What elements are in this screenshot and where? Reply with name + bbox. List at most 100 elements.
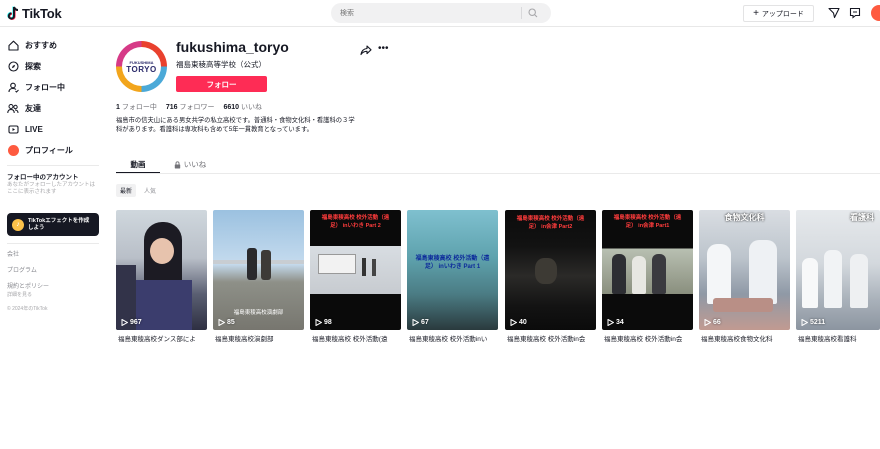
video-caption[interactable]: 福島東稜高校 校外活動in会 — [604, 333, 695, 343]
sidebar-item-label: フォロー中 — [25, 82, 65, 92]
upload-button[interactable]: + アップロード — [743, 5, 814, 22]
play-icon — [510, 319, 517, 326]
tab-liked[interactable]: いいね — [160, 157, 220, 172]
search-input[interactable] — [331, 3, 521, 23]
view-count: 34 — [607, 319, 624, 326]
footer-link-program[interactable]: プログラム — [7, 265, 37, 274]
top-bar: TikTok + アップロード — [0, 0, 880, 27]
view-count: 98 — [315, 319, 332, 326]
following-accounts-heading: フォロー中のアカウント — [7, 174, 79, 181]
more-options-icon[interactable]: ••• — [378, 44, 392, 56]
profile-stats: 1 フォロー中 716 フォロワー 6610 いいね — [116, 102, 262, 112]
lock-icon — [174, 160, 180, 168]
home-icon — [7, 39, 19, 51]
sidebar-item-following[interactable]: フォロー中 — [7, 79, 65, 95]
sidebar-item-label: 友達 — [25, 103, 41, 113]
sidebar-item-profile[interactable]: プロフィール — [7, 142, 73, 158]
sidebar-item-label: プロフィール — [25, 145, 73, 155]
tiktok-logo-icon — [7, 6, 19, 20]
play-icon — [412, 319, 419, 326]
sidebar-item-label: おすすめ — [25, 40, 57, 50]
video-thumbnail[interactable]: 福島東稜高校 校外活動（遠足） inいわき Part 1 67 — [407, 210, 498, 330]
sidebar-divider — [7, 165, 99, 166]
video-thumbnail[interactable]: 967 — [116, 210, 207, 330]
sidebar-item-explore[interactable]: 探索 — [7, 58, 41, 74]
avatar[interactable] — [871, 5, 880, 21]
video-caption[interactable]: 福島東稜高校演劇部 — [215, 333, 306, 343]
send-icon[interactable] — [827, 6, 841, 20]
tabs-divider — [116, 173, 880, 174]
footer-link-terms[interactable]: 規約とポリシー — [7, 281, 49, 290]
profile-display-name: 福島東稜高等学校（公式） — [176, 60, 266, 69]
following-icon — [7, 81, 19, 93]
play-icon — [704, 319, 711, 326]
video-caption[interactable]: 福島東稜高校 校外活動(遠 — [312, 333, 403, 343]
following-accounts-note: あなたがフォローしたアカウントはここに表示されます — [7, 182, 96, 195]
video-overlay-text: 福島東稜高校演劇部 — [233, 310, 284, 316]
profile-bio: 福島市の信夫山にある男女共学の私立高校です。普通科・食物文化科・看護科の３学科が… — [116, 117, 355, 133]
sidebar: おすすめ 探索 フォロー中 友達 LIVE プロフィール フォロー中のアカウント… — [0, 27, 108, 449]
sidebar-item-friends[interactable]: 友達 — [7, 100, 41, 116]
likes-stat: 6610 いいね — [223, 104, 263, 111]
video-caption[interactable]: 福島東稜高校 校外活動in会 — [507, 333, 598, 343]
video-overlay-text: 福島東稜高校 校外活動（遠足） in会津 Part1 — [613, 215, 682, 229]
inbox-icon[interactable] — [848, 6, 862, 20]
search-bar[interactable] — [331, 3, 551, 23]
view-count: 40 — [510, 319, 527, 326]
copyright: © 2024年のTikTok — [7, 306, 48, 312]
video-caption[interactable]: 福島東稜高校食物文化科 — [701, 333, 792, 343]
play-icon — [315, 319, 322, 326]
view-count: 67 — [412, 319, 429, 326]
video-thumbnail[interactable]: 福島東稜高校演劇部 85 — [213, 210, 304, 330]
play-icon — [801, 319, 808, 326]
video-caption[interactable]: 福島東稜高校看護科 — [798, 333, 880, 343]
sort-chips: 最新 人気 — [116, 184, 160, 197]
profile-username: fukushima_toryo — [176, 39, 289, 55]
upload-label: アップロード — [761, 10, 804, 18]
video-overlay-text: 看護科 — [850, 213, 874, 222]
footer-see-more[interactable]: 詳細を見る — [7, 291, 32, 298]
tiktok-logo[interactable]: TikTok — [7, 5, 62, 22]
video-thumbnail[interactable]: 福島東稜高校 校外活動（遠足） in会津 Part2 40 — [505, 210, 596, 330]
create-effect-button[interactable]: ♪ TikTokエフェクトを作成しよう — [7, 213, 99, 236]
following-stat[interactable]: 1 フォロー中 — [116, 102, 157, 112]
live-icon — [7, 123, 19, 135]
play-icon — [607, 319, 614, 326]
video-overlay-text: 食物文化科 — [724, 213, 765, 222]
effect-icon: ♪ — [12, 218, 24, 231]
chip-latest[interactable]: 最新 — [116, 184, 137, 197]
view-count: 5211 — [801, 319, 825, 326]
followers-stat[interactable]: 716 フォロワー — [166, 102, 215, 112]
compass-icon — [7, 60, 19, 72]
video-overlay-text: 福島東稜高校 校外活動（遠足） in会津 Part2 — [516, 216, 585, 230]
friends-icon — [7, 102, 19, 114]
play-icon — [218, 319, 225, 326]
profile-icon — [7, 144, 19, 156]
profile-avatar[interactable]: FUKUSHIMA TORYO — [116, 41, 167, 92]
follow-button[interactable]: フォロー — [176, 76, 267, 92]
video-thumbnail[interactable]: 食物文化科 66 — [699, 210, 790, 330]
sidebar-item-foryou[interactable]: おすすめ — [7, 37, 57, 53]
footer-link-company[interactable]: 会社 — [7, 249, 19, 258]
search-button[interactable] — [522, 3, 544, 23]
search-icon — [528, 8, 538, 18]
video-thumbnail[interactable]: 福島東稜高校 校外活動（遠足） in会津 Part1 34 — [602, 210, 693, 330]
share-icon[interactable] — [360, 44, 372, 56]
tab-videos[interactable]: 動画 — [116, 157, 160, 172]
sidebar-item-live[interactable]: LIVE — [7, 121, 43, 137]
video-thumbnail[interactable]: 看護科 5211 — [796, 210, 880, 330]
view-count: 66 — [704, 319, 721, 326]
sidebar-item-label: LIVE — [25, 124, 43, 134]
sidebar-item-label: 探索 — [25, 61, 41, 71]
video-caption[interactable]: 福島東稜高校ダンス部によ — [118, 333, 209, 343]
logo-text: TikTok — [22, 6, 62, 21]
sidebar-divider — [7, 243, 99, 244]
plus-icon: + — [753, 7, 759, 19]
play-icon — [121, 319, 128, 326]
chip-popular[interactable]: 人気 — [140, 184, 160, 197]
create-effect-label: TikTokエフェクトを作成しよう — [28, 218, 90, 231]
video-overlay-text: 福島東稜高校 校外活動（遠足） inいわき Part 1 — [415, 256, 490, 270]
video-thumbnail[interactable]: 福島東稜高校 校外活動（遠足） inいわき Part 2 98 — [310, 210, 401, 330]
video-caption[interactable]: 福島東稜高校 校外活動inい — [409, 333, 500, 343]
view-count: 85 — [218, 319, 235, 326]
